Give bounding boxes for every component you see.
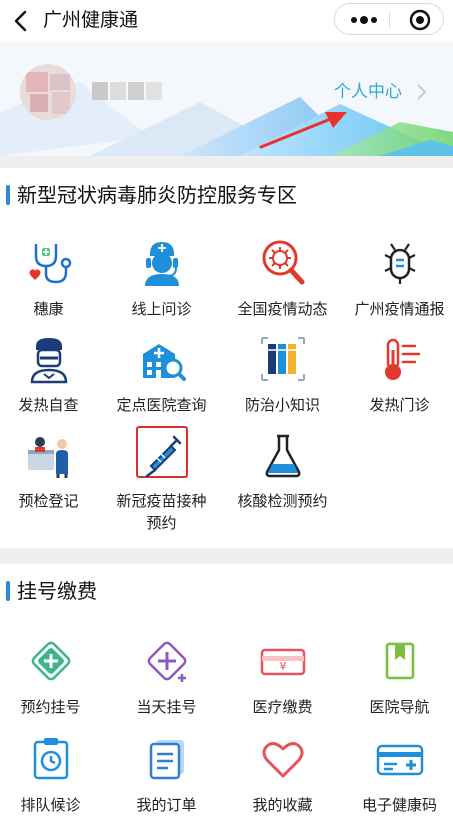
- service-designated-hospital[interactable]: 定点医院查询: [105, 334, 218, 430]
- yuan-card-icon: ¥: [260, 648, 306, 676]
- service-fever-clinic[interactable]: 发热门诊: [343, 334, 453, 430]
- more-icon[interactable]: [349, 13, 379, 27]
- clock-board-icon: [33, 738, 69, 780]
- reception-desk-icon: [28, 437, 68, 478]
- service-guangzhou-bulletin[interactable]: 广州疫情通报: [343, 238, 453, 334]
- item-label: 发热自查: [18, 396, 79, 414]
- service-fever-self-check[interactable]: 发热自查: [0, 334, 105, 430]
- service-nucleic-acid-test[interactable]: 核酸检测预约: [226, 430, 339, 526]
- red-arrow-annotation: [259, 112, 347, 149]
- registration-payment-section: 挂号缴费 预约挂号 当天挂号 ¥ 医疗缴费 医院导航 排队候诊 我的订单 我的收…: [0, 564, 453, 827]
- service-queue-waiting[interactable]: 排队候诊: [0, 734, 107, 827]
- service-online-consult[interactable]: 线上问诊: [105, 238, 218, 334]
- covid-service-section: 新型冠状病毒肺炎防控服务专区 穗康 线上问诊 全国疫情动态 广州疫情通报 发热自…: [0, 168, 453, 548]
- item-label: 穗康: [33, 300, 64, 318]
- order-document-icon: [149, 740, 184, 780]
- avatar[interactable]: [20, 64, 76, 120]
- personal-center-link[interactable]: 个人中心: [334, 80, 402, 104]
- page-title: 广州健康通: [43, 9, 139, 31]
- item-label: 当天挂号: [136, 698, 197, 716]
- service-pre-check-registration[interactable]: 预检登记: [0, 430, 105, 526]
- item-label: 新冠疫苗接种: [116, 492, 207, 510]
- books-icon: [261, 337, 305, 381]
- service-national-epidemic[interactable]: 全国疫情动态: [226, 238, 339, 334]
- doctor-headset-icon: [145, 242, 179, 286]
- item-label: 核酸检测预约: [237, 492, 328, 510]
- section-header: 新型冠状病毒肺炎防控服务专区: [0, 180, 453, 210]
- cross-add-icon: [147, 641, 187, 682]
- bug-icon: [384, 243, 416, 284]
- item-label: 预检登记: [18, 492, 79, 510]
- section-title: 新型冠状病毒肺炎防控服务专区: [17, 183, 297, 207]
- service-my-orders[interactable]: 我的订单: [110, 734, 223, 827]
- item-label-line2: 预约: [146, 514, 177, 532]
- service-my-favorites[interactable]: 我的收藏: [226, 734, 339, 827]
- service-hospital-navigation[interactable]: 医院导航: [343, 636, 453, 732]
- hospital-search-icon: [143, 344, 186, 381]
- syringe-icon: [145, 435, 182, 478]
- service-appointment-registration[interactable]: 预约挂号: [0, 636, 107, 732]
- close-target-icon[interactable]: [409, 9, 431, 31]
- nav-bar: 广州健康通: [0, 0, 453, 42]
- chevron-right-icon[interactable]: [415, 82, 427, 102]
- service-same-day-registration[interactable]: 当天挂号: [110, 636, 223, 732]
- mini-program-capsule: [334, 3, 444, 35]
- stethoscope-icon: [29, 244, 72, 284]
- heart-icon: [262, 742, 304, 778]
- service-covid-vaccine-appointment[interactable]: 新冠疫苗接种 预约: [109, 426, 222, 532]
- service-electronic-health-card[interactable]: 电子健康码: [343, 734, 453, 827]
- masked-person-icon: [30, 338, 68, 384]
- item-label: 线上问诊: [131, 300, 192, 318]
- item-label: 我的收藏: [252, 796, 313, 814]
- item-label: 预约挂号: [20, 698, 81, 716]
- section-header: 挂号缴费: [0, 576, 453, 606]
- thermometer-icon: [385, 338, 421, 380]
- item-label: 定点医院查询: [116, 396, 207, 414]
- user-name-mosaic: [92, 82, 164, 100]
- service-prevention-knowledge[interactable]: 防治小知识: [226, 334, 339, 430]
- item-label: 全国疫情动态: [237, 300, 328, 318]
- flask-icon: [265, 434, 301, 478]
- user-banner: 个人中心: [0, 42, 453, 156]
- section-accent-bar: [6, 185, 10, 205]
- health-card-icon: [376, 744, 424, 776]
- item-label: 电子健康码: [361, 796, 437, 814]
- item-label: 医疗缴费: [252, 698, 313, 716]
- service-suikang[interactable]: 穗康: [0, 238, 105, 334]
- item-label: 排队候诊: [20, 796, 81, 814]
- service-medical-payment[interactable]: ¥ 医疗缴费: [226, 636, 339, 732]
- svg-text:¥: ¥: [280, 660, 287, 673]
- virus-magnifier-icon: [262, 240, 305, 285]
- medical-cross-icon: [31, 641, 71, 681]
- item-label: 医院导航: [369, 698, 430, 716]
- bookmark-book-icon: [385, 642, 415, 680]
- capsule-divider: [389, 12, 390, 28]
- item-label: 我的订单: [136, 796, 197, 814]
- section-accent-bar: [6, 581, 10, 601]
- item-label: 发热门诊: [369, 396, 430, 414]
- back-icon[interactable]: [10, 9, 32, 33]
- section-title: 挂号缴费: [17, 579, 97, 603]
- item-label: 广州疫情通报: [354, 300, 445, 318]
- item-label: 防治小知识: [244, 396, 320, 414]
